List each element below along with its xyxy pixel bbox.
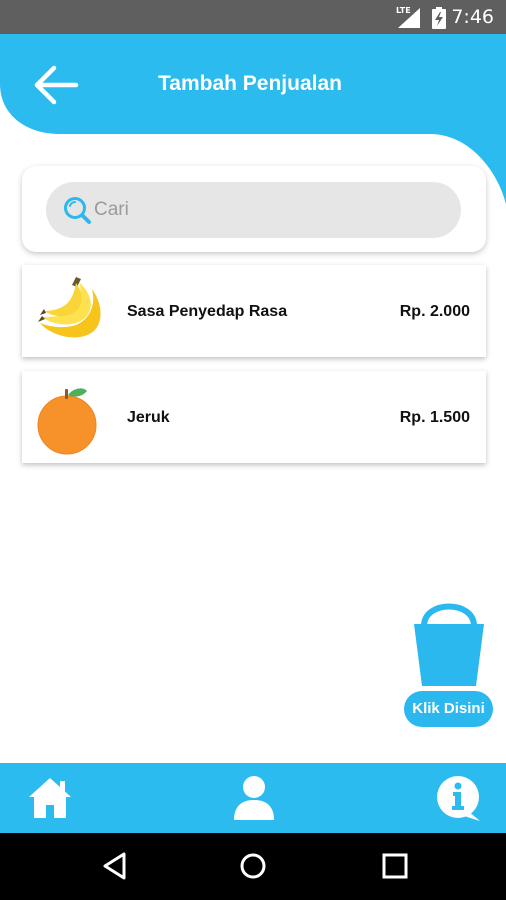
banana-icon [38,277,101,338]
product-price: Rp. 2.000 [399,303,470,320]
search-box[interactable] [46,182,461,238]
battery-icon [432,7,446,29]
status-bar: LTE 7:46 [0,0,506,34]
product-name: Jeruk [127,409,170,426]
product-price: Rp. 1.500 [399,409,470,426]
bottom-nav [0,763,506,833]
search-input[interactable] [94,182,444,238]
home-icon[interactable] [27,775,73,821]
search-card [22,166,486,252]
signal-icon [398,8,420,28]
android-nav-bar [0,833,506,900]
android-home-icon[interactable] [238,851,268,881]
product-name: Sasa Penyedap Rasa [127,303,288,320]
orange-icon [37,388,97,455]
cart-button[interactable]: Klik Disini [404,691,493,727]
user-icon[interactable] [233,775,275,821]
basket-icon[interactable] [410,600,488,688]
android-recents-icon[interactable] [380,851,410,881]
product-item[interactable]: Sasa Penyedap Rasa Rp. 2.000 [22,265,486,357]
android-back-icon[interactable] [100,851,130,881]
search-icon [64,197,91,224]
info-icon[interactable] [434,773,482,823]
status-time: 7:46 [451,6,494,28]
product-item[interactable]: Jeruk Rp. 1.500 [22,371,486,463]
page-title: Tambah Penjualan [158,72,342,95]
